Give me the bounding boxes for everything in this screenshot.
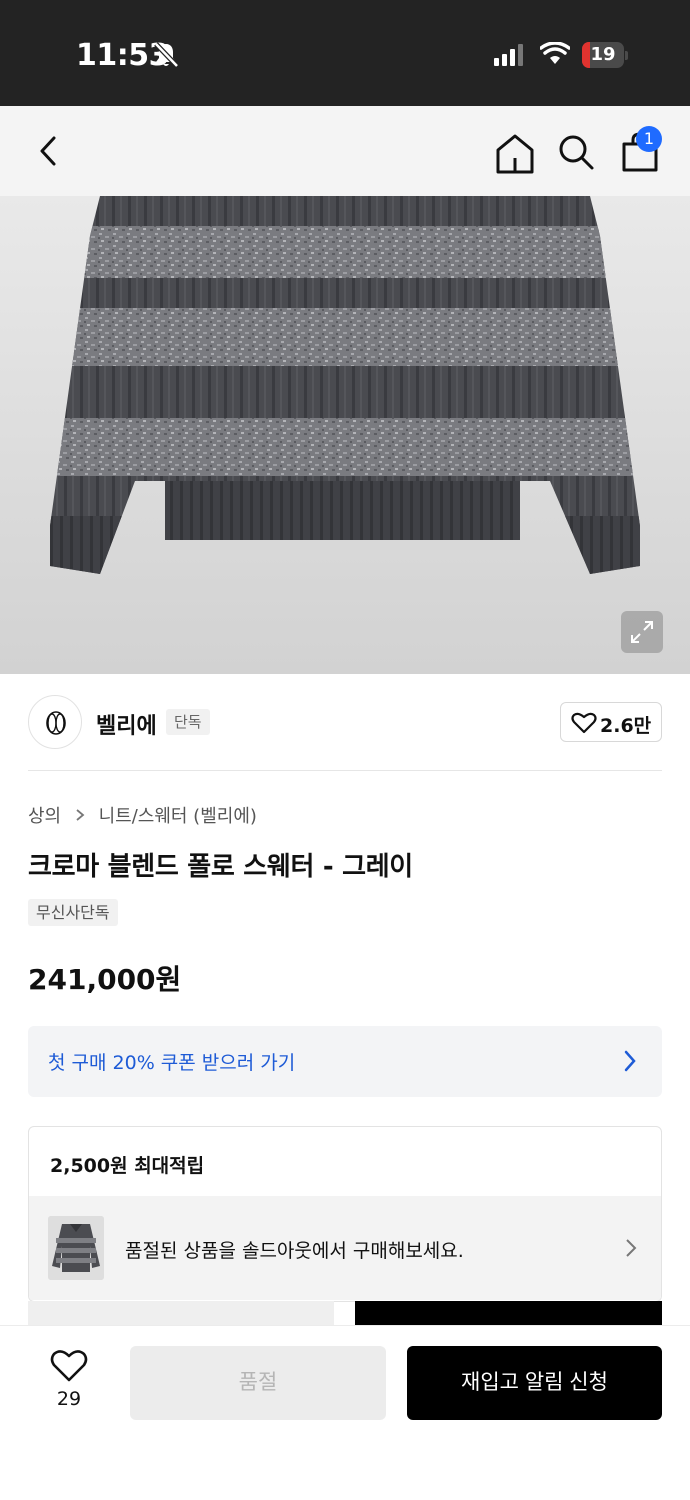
brand-like-count: 2.6만: [600, 715, 652, 737]
battery-indicator: 19: [582, 42, 628, 68]
coupon-text: 첫 구매 20% 쿠폰 받으러 가기: [48, 1052, 296, 1074]
musinsa-exclusive-tag: 무신사단독: [28, 899, 118, 926]
battery-level: 19: [590, 44, 616, 65]
divider: [28, 770, 662, 771]
brand-logo-icon: [46, 711, 66, 735]
heart-outline-icon: [571, 712, 597, 734]
coupon-banner[interactable]: 첫 구매 20% 쿠폰 받으러 가기: [28, 1026, 662, 1097]
product-title: 크로마 블렌드 폴로 스웨터 - 그레이: [28, 852, 413, 882]
product-thumbnail: [48, 1216, 104, 1280]
wifi-icon: [539, 41, 571, 70]
chevron-right-icon: [625, 1238, 637, 1262]
cart-count-badge: 1: [636, 126, 662, 152]
search-icon: [559, 135, 594, 170]
expand-icon: [631, 621, 653, 643]
brand-like-button[interactable]: 2.6만: [560, 702, 662, 742]
heart-outline-icon: [50, 1350, 88, 1382]
chevron-right-icon: [622, 1048, 638, 1078]
breadcrumb-item[interactable]: 상의: [28, 802, 61, 828]
navigation-bar: [0, 106, 690, 196]
back-button[interactable]: [28, 130, 68, 172]
home-icon: [496, 134, 534, 174]
breadcrumb: 상의 니트/스웨터 (벨리에): [28, 802, 257, 828]
brand-logo[interactable]: [28, 695, 82, 749]
status-bar: 11:53 19: [0, 0, 690, 106]
restock-button-ghost: [355, 1301, 662, 1325]
brand-name[interactable]: 벨리에: [96, 708, 157, 740]
soldout-suggestion[interactable]: 품절된 상품을 솔드아웃에서 구매해보세요.: [29, 1196, 661, 1300]
sweater-image: [50, 196, 640, 574]
bell-muted-icon: [153, 41, 179, 73]
breadcrumb-item[interactable]: 니트/스웨터 (벨리에): [99, 802, 257, 828]
wishlist-count: 29: [56, 1388, 82, 1410]
chevron-right-icon: [75, 806, 85, 827]
home-button[interactable]: [494, 132, 536, 176]
signal-icon: [494, 44, 526, 70]
points-card: 2,500원 최대적립 품절된 상품을 솔드아웃에서 구매해보세요.: [28, 1126, 662, 1302]
soldout-suggestion-text: 품절된 상품을 솔드아웃에서 구매해보세요.: [125, 1240, 464, 1262]
exclusive-tag: 단독: [166, 709, 210, 735]
back-icon: [40, 136, 56, 166]
soldout-button-ghost: [28, 1301, 334, 1325]
restock-alert-button[interactable]: 재입고 알림 신청: [407, 1346, 662, 1420]
product-image[interactable]: [0, 196, 690, 674]
expand-image-button[interactable]: [621, 611, 663, 653]
points-text: 2,500원 최대적립: [50, 1155, 205, 1177]
wishlist-button[interactable]: 29: [40, 1348, 98, 1418]
search-button[interactable]: [556, 132, 596, 172]
soldout-button[interactable]: 품절: [130, 1346, 386, 1420]
product-price: 241,000원: [28, 963, 182, 996]
